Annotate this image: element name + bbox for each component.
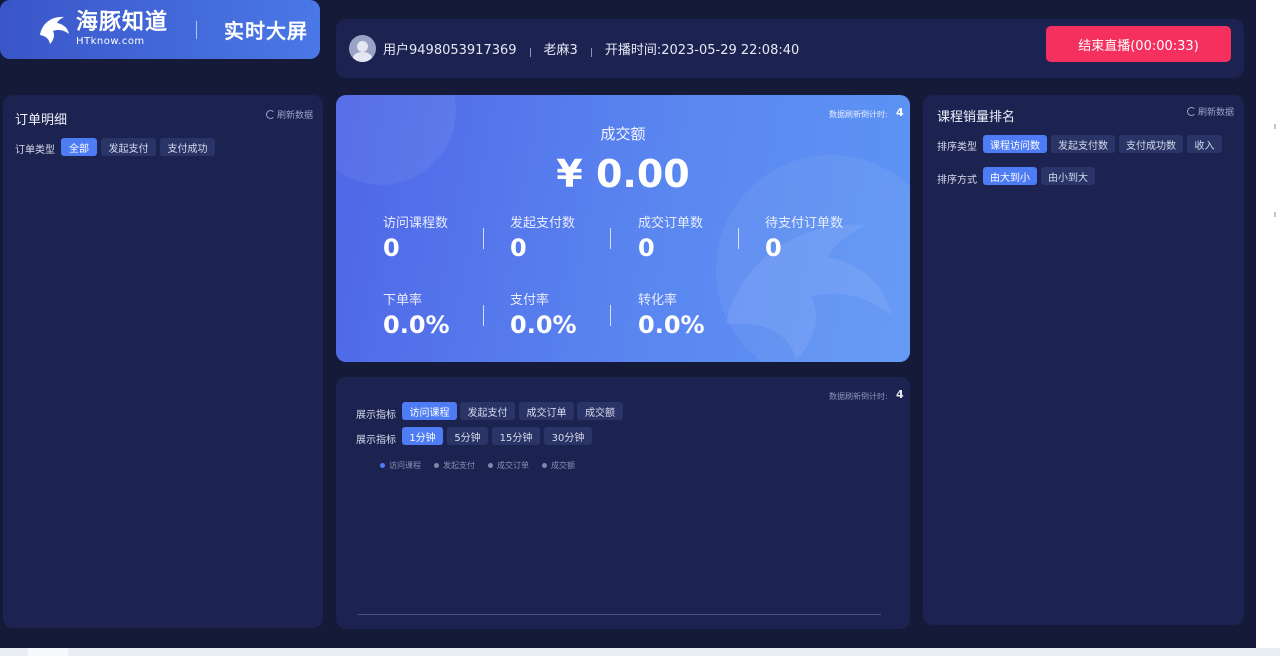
stat-value-order-rate: 0.0% (383, 311, 450, 339)
gmv-amount: ¥ 0.00 (556, 152, 690, 196)
header-separator (529, 48, 531, 57)
metric-label: 展示指标 (356, 410, 396, 421)
sort-type-label: 排序类型 (937, 142, 977, 153)
order-detail-panel: 订单明细 刷新数据 订单类型 全部 发起支付 支付成功 (3, 95, 323, 628)
metric-orders[interactable]: 成交订单 (519, 402, 574, 420)
gmv-title: 成交额 (600, 125, 646, 143)
refresh-label: 刷新数据 (277, 111, 314, 121)
order-type-label: 订单类型 (15, 145, 55, 156)
taskbar-strip (0, 648, 1280, 656)
trend-chart-panel: 数据刷新倒计时: 4 展示指标 访问课程 发起支付 成交订单 成交额 展示指标 … (336, 377, 910, 629)
stat-divider (738, 228, 739, 249)
countdown-value: 4 (896, 388, 904, 401)
course-ranking-panel: 课程销量排名 刷新数据 排序类型 课程访问数 发起支付数 支付成功数 收入 排序… (923, 95, 1244, 625)
screen-title: 实时大屏 (224, 19, 309, 43)
logo-panel: 海豚知道 HTknow.com 实时大屏 (0, 0, 320, 59)
metric-initiate-pay[interactable]: 发起支付 (460, 402, 515, 420)
refresh-icon (266, 110, 275, 119)
sort-type-pay-success[interactable]: 支付成功数 (1119, 135, 1183, 153)
logo-domain: HTknow.com (76, 36, 145, 47)
legend-label: 发起支付 (443, 461, 475, 470)
legend-item[interactable]: 发起支付 (434, 460, 475, 471)
stat-label-visits: 访问课程数 (383, 216, 449, 231)
refresh-button[interactable]: 刷新数据 (266, 108, 313, 121)
stat-label-orders: 成交订单数 (638, 216, 704, 231)
interval-label: 展示指标 (356, 435, 396, 446)
stat-value-pending: 0 (765, 234, 782, 262)
end-live-button[interactable]: 结束直播(00:00:33) (1046, 26, 1231, 62)
stat-value-visits: 0 (383, 234, 400, 262)
stat-label-pending: 待支付订单数 (765, 216, 844, 231)
legend-label: 访问课程 (389, 461, 421, 470)
legend-item[interactable]: 成交订单 (488, 460, 529, 471)
stat-value-pay-rate: 0.0% (510, 311, 577, 339)
legend-item[interactable]: 成交额 (542, 460, 575, 471)
page-edge (1256, 0, 1280, 648)
refresh-icon (1187, 107, 1196, 116)
logo-brand: 海豚知道 (76, 10, 169, 35)
stat-divider (610, 305, 611, 326)
legend-item[interactable]: 访问课程 (380, 460, 421, 471)
refresh-label: 刷新数据 (1198, 108, 1235, 118)
stats-card: 数据刷新倒计时: 4 成交额 ¥ 0.00 访问课程数 0 发起支付数 0 成交… (336, 95, 910, 362)
chart-x-axis (358, 614, 881, 615)
legend-dot (542, 463, 547, 468)
stat-divider (483, 305, 484, 326)
stat-value-initiated-pay: 0 (510, 234, 527, 262)
sort-type-initiate-pay[interactable]: 发起支付数 (1051, 135, 1115, 153)
metric-visits[interactable]: 访问课程 (402, 402, 457, 420)
stat-label-initiated-pay: 发起支付数 (510, 216, 576, 231)
filter-pay-success[interactable]: 支付成功 (160, 138, 215, 156)
panel-title: 课程销量排名 (937, 110, 1016, 125)
sort-desc[interactable]: 由大到小 (983, 167, 1037, 185)
sort-type-income[interactable]: 收入 (1187, 135, 1222, 153)
stat-label-conversion: 转化率 (638, 293, 678, 308)
sort-order-label: 排序方式 (937, 175, 977, 186)
sort-type-visits[interactable]: 课程访问数 (983, 135, 1047, 153)
filter-all[interactable]: 全部 (61, 138, 97, 156)
header-separator (590, 48, 592, 57)
stat-label-pay-rate: 支付率 (510, 293, 550, 308)
refresh-button[interactable]: 刷新数据 (1187, 105, 1234, 118)
legend-dot (380, 463, 385, 468)
sort-asc[interactable]: 由小到大 (1041, 167, 1095, 185)
dolphin-logo-icon (36, 13, 72, 47)
stat-divider (483, 228, 484, 249)
stat-label-order-rate: 下单率 (383, 293, 423, 308)
countdown-label: 数据刷新倒计时: (829, 110, 888, 119)
metric-gmv[interactable]: 成交额 (577, 402, 623, 420)
countdown-label: 数据刷新倒计时: (829, 392, 888, 401)
header-panel: 用户9498053917369 老麻3 开播时间:2023-05-29 22:0… (336, 19, 1244, 78)
legend-label: 成交额 (551, 461, 575, 470)
stat-value-orders: 0 (638, 234, 655, 262)
logo-divider (196, 20, 198, 39)
stat-divider (610, 228, 611, 249)
filter-initiate-pay[interactable]: 发起支付 (101, 138, 156, 156)
user-id: 用户9498053917369 (383, 43, 517, 58)
stat-value-conversion: 0.0% (638, 311, 705, 339)
countdown-value: 4 (896, 106, 904, 119)
legend-dot (434, 463, 439, 468)
legend-label: 成交订单 (497, 461, 529, 470)
interval-30min[interactable]: 30分钟 (544, 427, 592, 445)
interval-15min[interactable]: 15分钟 (492, 427, 540, 445)
start-time: 开播时间:2023-05-29 22:08:40 (604, 43, 800, 58)
teacher-name: 老麻3 (543, 43, 578, 58)
legend-dot (488, 463, 493, 468)
interval-5min[interactable]: 5分钟 (447, 427, 488, 445)
interval-1min[interactable]: 1分钟 (402, 427, 443, 445)
panel-title: 订单明细 (15, 113, 68, 128)
avatar (349, 35, 376, 62)
